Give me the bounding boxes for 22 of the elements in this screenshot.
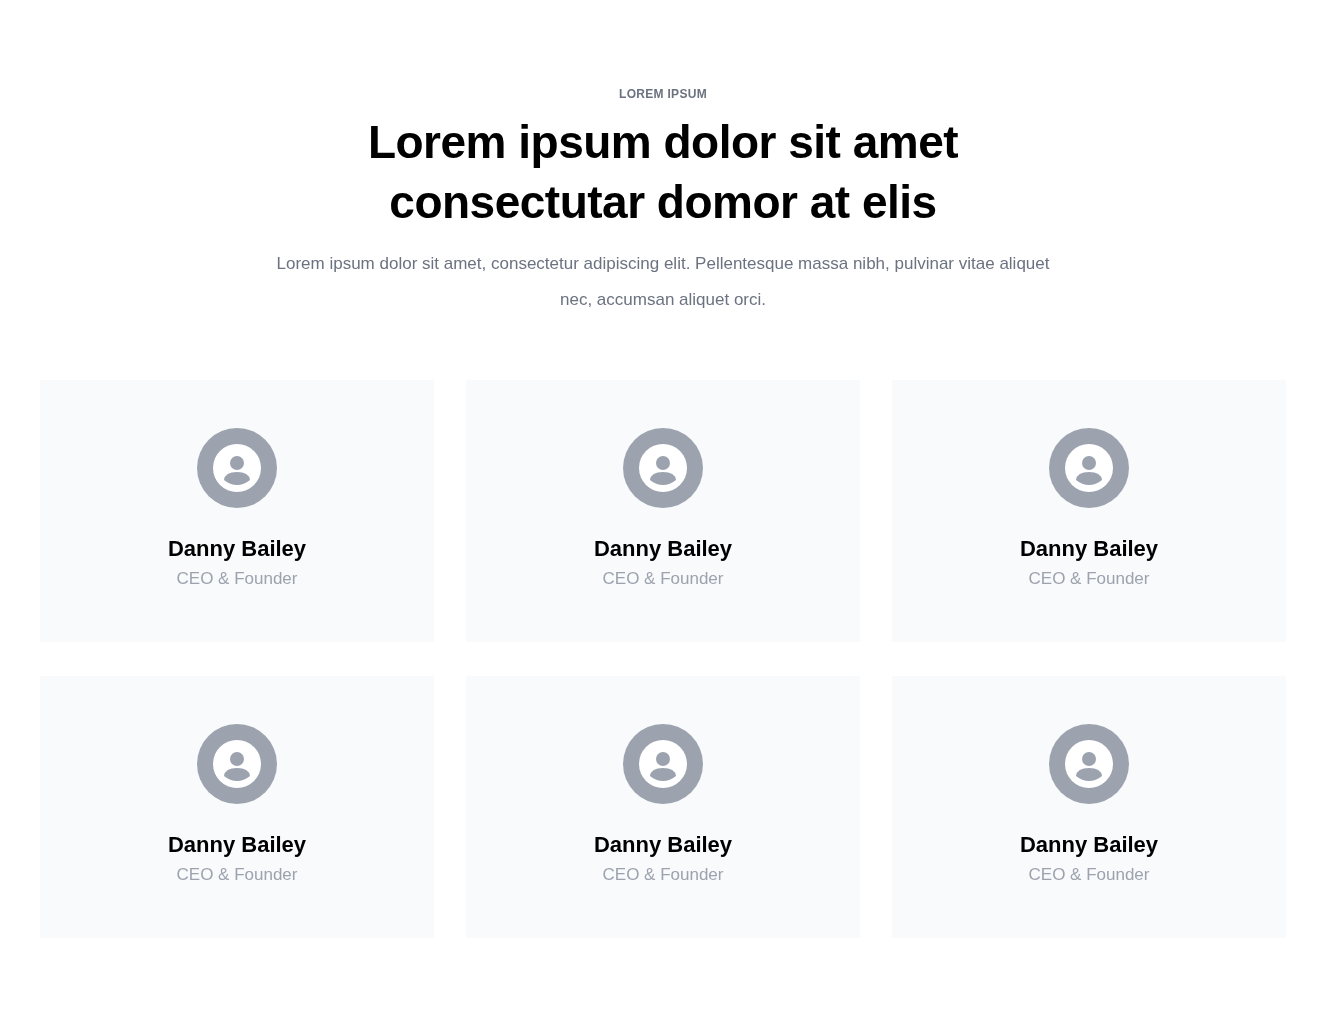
member-name: Danny Bailey xyxy=(167,832,307,858)
member-name: Danny Bailey xyxy=(1019,536,1159,562)
member-role: CEO & Founder xyxy=(1028,568,1150,590)
avatar-icon xyxy=(1049,724,1129,804)
avatar-icon xyxy=(623,428,703,508)
avatar-icon xyxy=(1049,428,1129,508)
member-role: CEO & Founder xyxy=(176,864,298,886)
member-role: CEO & Founder xyxy=(176,568,298,590)
avatar-icon xyxy=(197,724,277,804)
member-name: Danny Bailey xyxy=(593,536,733,562)
section-heading: Lorem ipsum dolor sit amet xyxy=(367,115,959,170)
avatar-icon xyxy=(623,724,703,804)
section-description: Lorem ipsum dolor sit amet, consectetur adipiscing elit. Pellentesque massa nibh, pulvinar vitae aliquet nec, accumsan aliquet orci. xyxy=(275,253,1051,311)
section-heading: consectutar domor at elis xyxy=(389,175,937,230)
member-name: Danny Bailey xyxy=(593,832,733,858)
member-role: CEO & Founder xyxy=(602,864,724,886)
member-role: CEO & Founder xyxy=(1028,864,1150,886)
member-name: Danny Bailey xyxy=(167,536,307,562)
member-role: CEO & Founder xyxy=(602,568,724,590)
member-name: Danny Bailey xyxy=(1019,832,1159,858)
section-eyebrow: LOREM IPSUM xyxy=(619,86,707,102)
avatar-icon xyxy=(197,428,277,508)
